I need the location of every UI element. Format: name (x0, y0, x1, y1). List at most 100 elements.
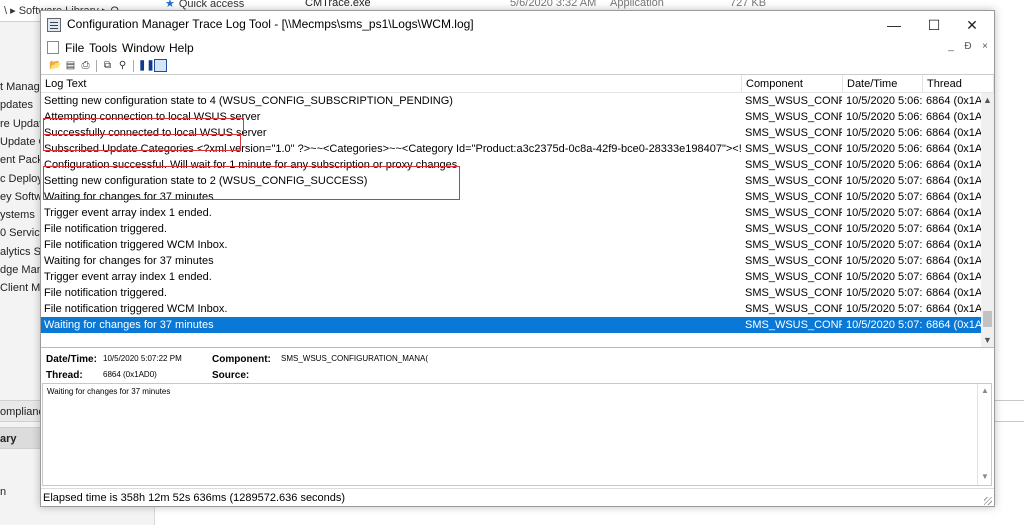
quick-access-label: Quick access (178, 0, 245, 10)
nav-item[interactable]: re Updat (0, 118, 44, 130)
thread-cell: 6864 (0x1A (926, 127, 981, 139)
table-row[interactable]: Waiting for changes for 37 minutes SMS_WS… (41, 253, 981, 269)
nav-item[interactable]: ent Packa (0, 154, 44, 166)
column-header-thread[interactable]: Thread (923, 75, 994, 93)
nav-item[interactable]: Update G (0, 136, 44, 148)
nav-item[interactable]: t Manager (0, 81, 44, 93)
log-list[interactable]: Log Text Component Date/Time Thread Sett… (41, 75, 994, 348)
scroll-up-icon[interactable]: ▲ (978, 386, 992, 395)
column-header-log-text[interactable]: Log Text (41, 75, 742, 93)
thread-cell: 6864 (0x1A (926, 319, 981, 331)
thread-cell: 6864 (0x1A (926, 207, 981, 219)
thread-cell: 6864 (0x1A (926, 303, 981, 315)
nav-item[interactable]: c Deploy (0, 173, 44, 185)
log-text-cell: Trigger event array index 1 ended. (44, 271, 212, 283)
log-text-cell: Trigger event array index 1 ended. (44, 207, 212, 219)
highlight-icon[interactable] (154, 59, 167, 72)
quick-access[interactable]: ★ Quick access (165, 0, 244, 10)
log-text-cell: Setting new configuration state to 4 (WS… (44, 95, 453, 107)
component-cell: SMS_WSUS_CONFIGU (745, 175, 842, 187)
component-cell: SMS_WSUS_CONFIGU (745, 143, 842, 155)
component-cell: SMS_WSUS_CONFIGU (745, 95, 842, 107)
menu-help[interactable]: Help (169, 41, 194, 55)
log-list-scrollbar[interactable]: ▲ ▼ (981, 93, 994, 347)
table-row[interactable]: Setting new configuration state to 4 (WS… (41, 93, 981, 109)
scroll-up-icon[interactable]: ▲ (981, 93, 994, 107)
scrollbar-thumb[interactable] (983, 311, 992, 327)
log-text-cell: File notification triggered WCM Inbox. (44, 303, 228, 315)
window-title: Configuration Manager Trace Log Tool - [… (67, 17, 474, 31)
component-cell: SMS_WSUS_CONFIGU (745, 223, 842, 235)
table-row[interactable]: File notification triggered. SMS_WSUS_CON… (41, 285, 981, 301)
title-bar[interactable]: Configuration Manager Trace Log Tool - [… (41, 11, 994, 39)
scroll-down-icon[interactable]: ▼ (978, 472, 992, 481)
thread-cell: 6864 (0x1A (926, 255, 981, 267)
table-row[interactable]: Trigger event array index 1 ended. SMS_WS… (41, 269, 981, 285)
highlight-box (43, 118, 244, 135)
find-icon[interactable]: ⚲ (116, 59, 129, 72)
menu-file[interactable]: File (65, 41, 84, 55)
nav-item[interactable]: dge Mana (0, 264, 44, 276)
table-row[interactable]: Trigger event array index 1 ended. SMS_WS… (41, 205, 981, 221)
table-row[interactable]: File notification triggered. SMS_WSUS_CON… (41, 221, 981, 237)
elapsed-time-text: Elapsed time is 358h 12m 52s 636ms (1289… (43, 492, 346, 504)
explorer-file-size: 727 KB (730, 0, 767, 9)
divider (994, 421, 1024, 422)
divider (994, 400, 1024, 401)
menu-tools[interactable]: Tools (89, 41, 117, 55)
nav-section-library[interactable]: ary (0, 427, 44, 449)
log-list-header: Log Text Component Date/Time Thread (41, 75, 994, 93)
column-header-datetime[interactable]: Date/Time (843, 75, 923, 93)
table-row[interactable]: Waiting for changes for 37 minutes SMS_WS… (41, 317, 981, 333)
mdi-minimize-button[interactable]: _ (944, 41, 958, 52)
datetime-cell: 10/5/2020 5:07:1 (846, 287, 922, 299)
menu-window[interactable]: Window (122, 41, 165, 55)
component-cell: SMS_WSUS_CONFIGU (745, 255, 842, 267)
nav-item[interactable]: ystems (0, 209, 44, 221)
thread-cell: 6864 (0x1A (926, 223, 981, 235)
nav-section-compliance[interactable]: ompliance (0, 400, 44, 422)
mdi-close-button[interactable]: × (978, 41, 992, 52)
thread-cell: 6864 (0x1A (926, 175, 981, 187)
component-cell: SMS_WSUS_CONFIGU (745, 287, 842, 299)
resize-grip-icon[interactable] (984, 497, 992, 505)
scroll-down-icon[interactable]: ▼ (981, 333, 994, 347)
nav-item[interactable]: Client Ma (0, 282, 44, 294)
copy-icon[interactable]: ⧉ (101, 59, 114, 72)
component-cell: SMS_WSUS_CONFIGU (745, 159, 842, 171)
message-textbox[interactable]: Waiting for changes for 37 minutes ▲ ▼ (42, 383, 992, 486)
print-icon[interactable]: ⎙ (79, 59, 92, 72)
datetime-cell: 10/5/2020 5:07:1 (846, 223, 922, 235)
nav-item[interactable]: pdates (0, 99, 44, 111)
datetime-cell: 10/5/2020 5:06:1 (846, 143, 922, 155)
nav-item[interactable]: ey Softwa (0, 191, 44, 203)
thread-label: Thread: (46, 370, 83, 381)
datetime-cell: 10/5/2020 5:07:1 (846, 255, 922, 267)
open-icon[interactable]: 📂 (49, 59, 62, 72)
log-text-cell: File notification triggered. (44, 223, 167, 235)
mdi-restore-button[interactable]: Ɖ (961, 41, 975, 52)
table-row[interactable]: File notification triggered WCM Inbox. SM… (41, 301, 981, 317)
nav-item[interactable]: alytics Se (0, 246, 44, 258)
datetime-cell: 10/5/2020 5:07:1 (846, 207, 922, 219)
table-row[interactable]: File notification triggered WCM Inbox. SM… (41, 237, 981, 253)
explorer-file-date: 5/6/2020 3:32 AM (510, 0, 597, 9)
message-text: Waiting for changes for 37 minutes (47, 387, 171, 396)
document-icon[interactable] (47, 41, 59, 54)
close-button[interactable]: ✕ (949, 11, 995, 39)
thread-cell: 6864 (0x1A (926, 95, 981, 107)
nav-item-bottom[interactable]: n (0, 486, 44, 498)
explorer-file-name[interactable]: CMTrace.exe (305, 0, 371, 9)
column-header-component[interactable]: Component (742, 75, 843, 93)
log-text-cell: File notification triggered WCM Inbox. (44, 239, 228, 251)
log-text-cell: Waiting for changes for 37 minutes (44, 255, 214, 267)
pause-icon[interactable]: ❚❚ (138, 59, 155, 72)
save-icon[interactable]: ▤ (64, 59, 77, 72)
nav-item[interactable]: 0 Servicin (0, 227, 44, 239)
component-cell: SMS_WSUS_CONFIGU (745, 111, 842, 123)
datetime-cell: 10/5/2020 5:06:1 (846, 159, 922, 171)
message-scrollbar[interactable]: ▲ ▼ (977, 384, 991, 485)
component-cell: SMS_WSUS_CONFIGU (745, 127, 842, 139)
cmtrace-window: Configuration Manager Trace Log Tool - [… (40, 10, 995, 507)
details-pane: Date/Time: 10/5/2020 5:07:22 PM Componen… (41, 349, 994, 383)
